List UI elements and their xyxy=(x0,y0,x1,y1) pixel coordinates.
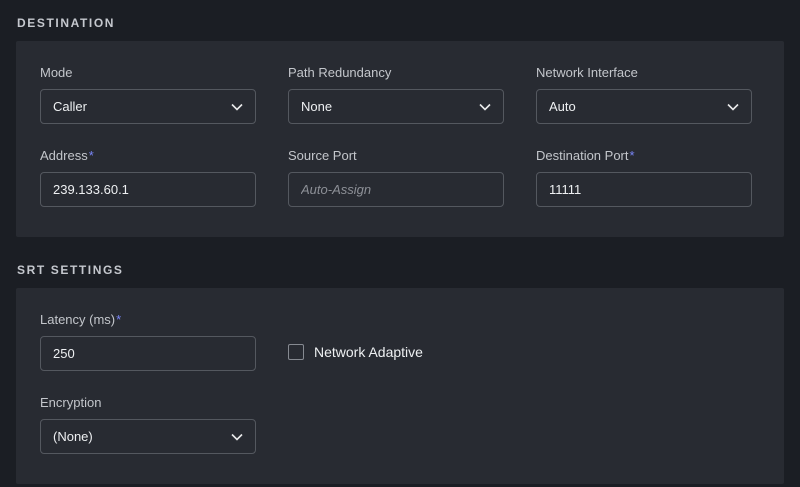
network-interface-label: Network Interface xyxy=(536,65,752,80)
mode-select[interactable]: Caller xyxy=(40,89,256,124)
address-input[interactable] xyxy=(40,172,256,207)
required-asterisk: * xyxy=(116,312,121,327)
destination-port-label: Destination Port* xyxy=(536,148,752,163)
path-redundancy-label: Path Redundancy xyxy=(288,65,504,80)
chevron-down-icon xyxy=(231,103,243,111)
required-asterisk: * xyxy=(630,148,635,163)
network-interface-field: Network Interface Auto xyxy=(536,65,752,124)
encryption-select[interactable]: (None) xyxy=(40,419,256,454)
source-port-label: Source Port xyxy=(288,148,504,163)
latency-field: Latency (ms)* xyxy=(40,312,256,371)
source-port-input[interactable] xyxy=(288,172,504,207)
path-redundancy-select-value: None xyxy=(301,99,332,114)
path-redundancy-field: Path Redundancy None xyxy=(288,65,504,124)
grid-spacer xyxy=(536,312,752,371)
destination-section-title: DESTINATION xyxy=(17,16,784,30)
address-field: Address* xyxy=(40,148,256,207)
settings-page: DESTINATION Mode Caller Path Redundancy xyxy=(0,0,800,484)
encryption-label: Encryption xyxy=(40,395,256,410)
encryption-select-value: (None) xyxy=(53,429,93,444)
destination-port-label-text: Destination Port xyxy=(536,148,629,163)
latency-label: Latency (ms)* xyxy=(40,312,256,327)
mode-label: Mode xyxy=(40,65,256,80)
address-label: Address* xyxy=(40,148,256,163)
network-interface-select[interactable]: Auto xyxy=(536,89,752,124)
path-redundancy-select[interactable]: None xyxy=(288,89,504,124)
source-port-field: Source Port xyxy=(288,148,504,207)
latency-label-text: Latency (ms) xyxy=(40,312,115,327)
destination-port-input[interactable] xyxy=(536,172,752,207)
chevron-down-icon xyxy=(479,103,491,111)
network-adaptive-label: Network Adaptive xyxy=(314,344,423,360)
network-adaptive-field: Network Adaptive xyxy=(288,334,504,369)
required-asterisk: * xyxy=(89,148,94,163)
srt-settings-panel: Latency (ms)* Network Adaptive Encryptio… xyxy=(16,288,784,484)
network-adaptive-checkbox[interactable] xyxy=(288,344,304,360)
destination-port-field: Destination Port* xyxy=(536,148,752,207)
chevron-down-icon xyxy=(231,433,243,441)
destination-panel: Mode Caller Path Redundancy None xyxy=(16,41,784,237)
mode-select-value: Caller xyxy=(53,99,87,114)
srt-settings-section-title: SRT SETTINGS xyxy=(17,263,784,277)
mode-field: Mode Caller xyxy=(40,65,256,124)
encryption-field: Encryption (None) xyxy=(40,395,256,454)
network-interface-select-value: Auto xyxy=(549,99,576,114)
latency-input[interactable] xyxy=(40,336,256,371)
address-label-text: Address xyxy=(40,148,88,163)
chevron-down-icon xyxy=(727,103,739,111)
